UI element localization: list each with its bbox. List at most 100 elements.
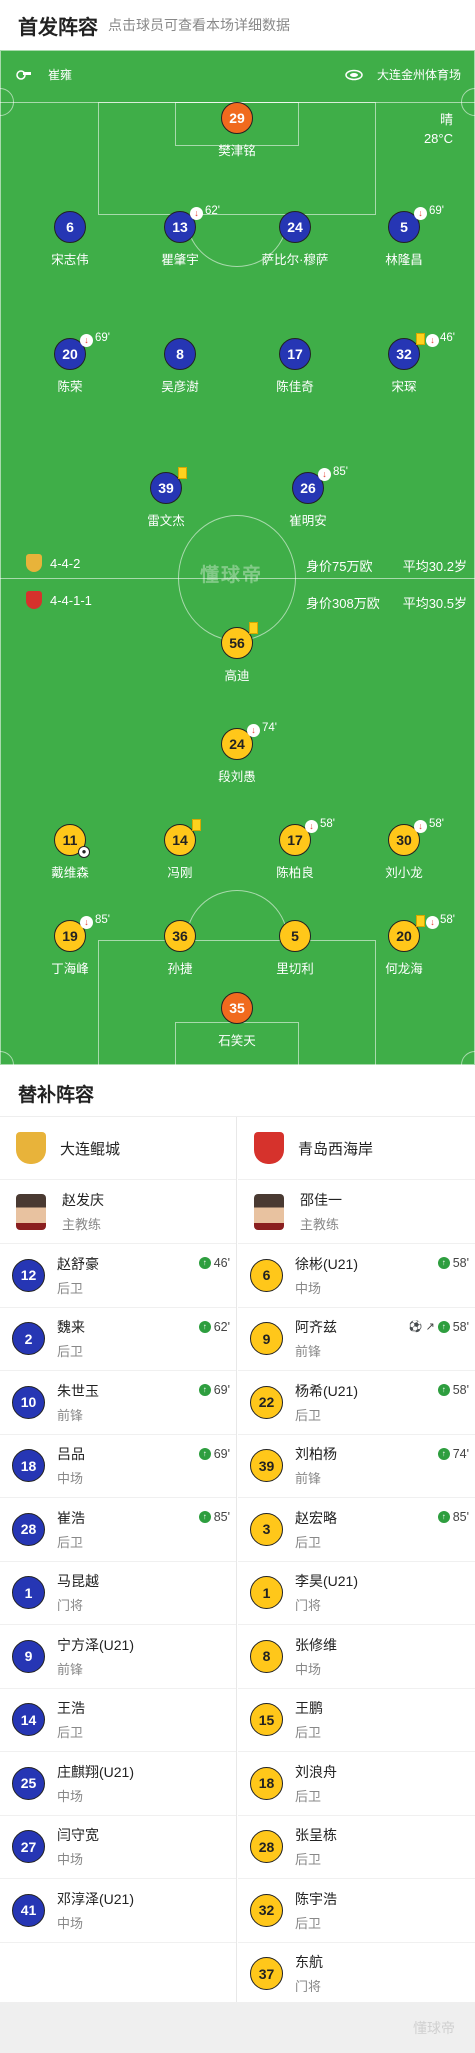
player-name: 戴维森	[51, 866, 89, 880]
away-market-value: 身价308万欧	[306, 596, 380, 611]
pitch-player[interactable]: 6 宋志伟	[20, 211, 120, 268]
sub-player-row[interactable]: 25 庄麒翔(U21) 中场	[0, 1752, 236, 1816]
player-name: 高迪	[224, 669, 250, 683]
sub-player-row[interactable]: 1 马昆越 门将	[0, 1562, 236, 1625]
pitch-player[interactable]: 32 ↓ 46' 宋琛	[354, 332, 455, 395]
pitch-player[interactable]: 30 ↓ 58' 刘小龙	[354, 818, 454, 881]
pitch-player[interactable]: 20 ↓ 58' 何龙海	[354, 914, 455, 977]
player-name: 冯刚	[167, 866, 193, 880]
sub-player-row[interactable]: 41 邓淳泽(U21) 中场	[0, 1879, 236, 1943]
sub-player-row[interactable]: 9 宁方泽(U21) 前锋	[0, 1625, 236, 1689]
player-number: 27	[12, 1830, 45, 1864]
sub-out-minute: 85'	[95, 914, 110, 926]
coach-name: 邵佳一	[300, 1192, 342, 1208]
player-name: 宋志伟	[51, 253, 89, 267]
pitch-player[interactable]: 36 孙捷	[130, 920, 230, 977]
pitch-player[interactable]: 39 雷文杰	[116, 467, 216, 529]
sub-player-row[interactable]: 37 东航 门将	[238, 1943, 475, 2006]
player-position: 中场	[57, 1788, 84, 1804]
away-crest-icon	[254, 1132, 284, 1164]
pitch-player[interactable]: 8 吴彦澍	[130, 338, 230, 395]
player-name: 阿齐兹	[295, 1319, 337, 1336]
away-formation: 4-4-1-1	[50, 593, 92, 608]
yellow-card-icon	[178, 467, 187, 479]
player-number: 12	[12, 1258, 45, 1292]
lineup-page: 首发阵容 点击球员可查看本场详细数据 懂球帝 崔雍 大连金州体育场 晴 28°C…	[0, 0, 475, 2053]
pitch-player[interactable]: 56 高迪	[187, 622, 287, 684]
sub-player-row[interactable]: 15 王鹏 后卫	[238, 1689, 475, 1752]
player-name: 庄麒翔(U21)	[57, 1763, 135, 1780]
home-team-row[interactable]: 大连鲲城	[0, 1117, 236, 1180]
player-position: 前锋	[57, 1407, 84, 1423]
away-coach-row[interactable]: 邵佳一 主教练	[238, 1180, 475, 1244]
pitch-player[interactable]: 5 里切利	[245, 920, 345, 977]
player-number: 9	[12, 1639, 45, 1673]
player-position: 中场	[295, 1280, 322, 1296]
sub-player-row[interactable]: 6 徐彬(U21) 中场 ↑ 58'	[238, 1244, 475, 1308]
sub-player-row[interactable]: 3 赵宏略 后卫 ↑ 85'	[238, 1498, 475, 1562]
pitch-player[interactable]: 14 冯刚	[130, 819, 230, 881]
sub-player-row[interactable]: 12 赵舒豪 后卫 ↑ 46'	[0, 1244, 236, 1308]
away-team-badge-icon	[26, 591, 42, 609]
whistle-icon	[16, 69, 31, 80]
player-position: 后卫	[295, 1788, 322, 1804]
sub-player-row[interactable]: 32 陈宇浩 后卫	[238, 1879, 475, 1943]
pitch-player[interactable]: 24 ↓ 74' 段刘愚	[187, 722, 287, 785]
sub-player-row[interactable]: 27 闫守宽 中场	[0, 1816, 236, 1879]
player-name: 雷文杰	[147, 514, 185, 528]
pitch-player[interactable]: 19 ↓ 85' 丁海峰	[20, 914, 120, 977]
away-average-age: 平均30.5岁	[402, 596, 467, 611]
player-position: 后卫	[57, 1344, 84, 1360]
player-name: 陈柏良	[276, 866, 314, 880]
sub-out-icon: ↓	[305, 820, 318, 833]
pitch-player[interactable]: 35 石笑天	[187, 992, 287, 1049]
pitch-player[interactable]: 17 陈佳奇	[245, 338, 345, 395]
player-name: 吕品	[57, 1446, 85, 1463]
yellow-card-icon	[416, 915, 425, 927]
pitch-player[interactable]: 13 ↓ 62' 瞿肇宇	[130, 205, 230, 268]
pitch-player[interactable]: 24 萨比尔·穆萨	[245, 211, 345, 268]
player-name: 李昊(U21)	[295, 1573, 359, 1590]
sub-in-indicator: ↑ 85'	[198, 1510, 230, 1524]
match-info-bar: 崔雍 大连金州体育场	[0, 50, 475, 100]
weather-info: 晴 28°C	[424, 110, 453, 148]
player-name: 樊津铭	[218, 144, 256, 158]
sub-player-row[interactable]: 28 张呈栋 后卫	[238, 1816, 475, 1879]
sub-player-row[interactable]: 2 魏来 后卫 ↑ 62'	[0, 1308, 236, 1371]
player-position: 后卫	[295, 1915, 322, 1931]
sub-out-icon: ↓	[426, 334, 439, 347]
player-number: 1	[250, 1576, 283, 1610]
sub-player-row[interactable]: 22 杨希(U21) 后卫 ↑ 58'	[238, 1371, 475, 1435]
player-position: 前锋	[295, 1471, 322, 1487]
sub-player-row[interactable]: 8 张修维 中场	[238, 1625, 475, 1689]
sub-player-row[interactable]: 9 阿齐兹 前锋 ⚽ ↗ ↑ 58'	[238, 1308, 475, 1371]
venue-name: 大连金州体育场	[376, 68, 461, 82]
referee-info: 崔雍	[16, 66, 72, 83]
sub-player-row[interactable]: 10 朱世玉 前锋 ↑ 69'	[0, 1371, 236, 1435]
away-team-row[interactable]: 青岛西海岸	[238, 1117, 475, 1180]
sub-player-row[interactable]: 14 王浩 后卫	[0, 1689, 236, 1752]
home-coach-row[interactable]: 赵发庆 主教练	[0, 1180, 236, 1244]
pitch-player[interactable]: 26 ↓ 85' 崔明安	[258, 466, 358, 529]
pitch-player[interactable]: 17 ↓ 58' 陈柏良	[245, 818, 345, 881]
pitch-player[interactable]: 20 ↓ 69' 陈荣	[20, 332, 120, 395]
sub-player-row[interactable]: 28 崔浩 后卫 ↑ 85'	[0, 1498, 236, 1562]
page-footer: 懂球帝	[0, 2002, 475, 2053]
pitch-player[interactable]: 29 樊津铭	[187, 102, 287, 159]
sub-player-row[interactable]: 1 李昊(U21) 门将	[238, 1562, 475, 1625]
yellow-card-icon	[416, 333, 425, 345]
player-name: 林隆昌	[385, 253, 423, 267]
player-number: 39	[250, 1449, 283, 1483]
sub-player-row[interactable]: 39 刘柏杨 前锋 ↑ 74'	[238, 1435, 475, 1498]
sub-out-minute: 62'	[205, 205, 220, 217]
player-position: 门将	[295, 1979, 322, 1995]
player-position: 后卫	[295, 1725, 322, 1741]
player-position: 前锋	[57, 1661, 84, 1677]
sub-player-row[interactable]: 18 刘浪舟 后卫	[238, 1752, 475, 1816]
sub-player-row[interactable]: 18 吕品 中场 ↑ 69'	[0, 1435, 236, 1498]
pitch-player[interactable]: 5 ↓ 69' 林隆昌	[354, 205, 454, 268]
player-position: 中场	[57, 1852, 84, 1868]
pitch-player[interactable]: 11 ● 戴维森	[20, 824, 120, 881]
player-number: 8	[164, 338, 196, 370]
yellow-card-icon	[249, 622, 258, 634]
